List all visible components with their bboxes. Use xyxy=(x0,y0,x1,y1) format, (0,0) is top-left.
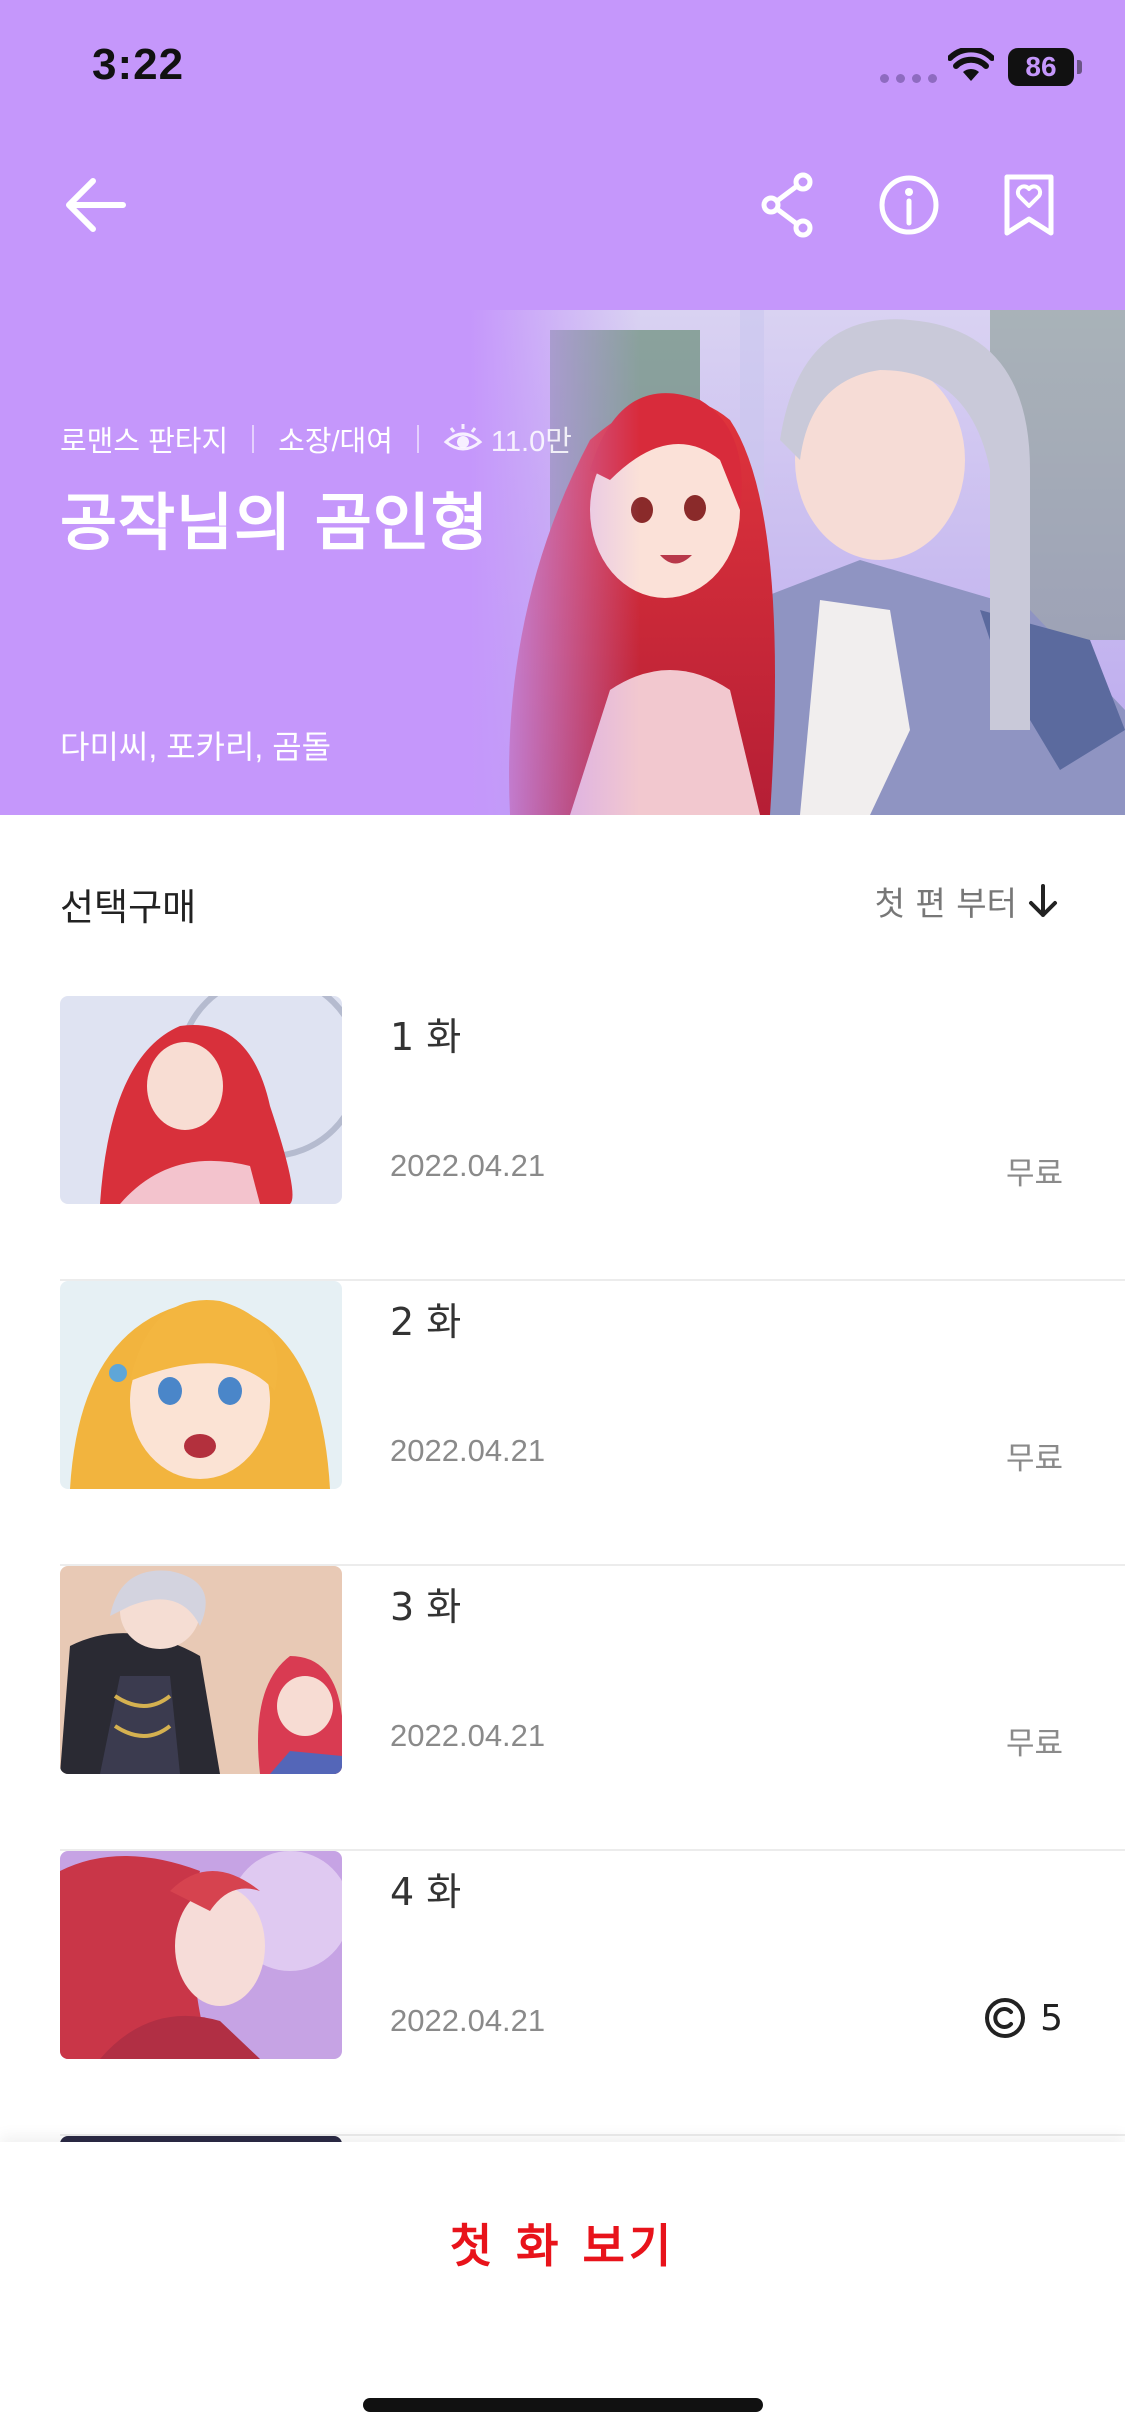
episode-thumbnail xyxy=(60,1281,342,1489)
episode-price: 무료 xyxy=(1005,1726,1063,1762)
home-indicator[interactable] xyxy=(363,2398,763,2412)
episode-date: 2022.04.21 xyxy=(390,2003,546,2038)
eye-icon xyxy=(443,424,483,451)
episode-title: 1 화 xyxy=(390,1015,462,1059)
episode-date: 2022.04.21 xyxy=(390,1718,546,1753)
cellular-signal-icon xyxy=(880,74,937,83)
sort-label: 첫 편 부터 xyxy=(874,884,1017,923)
divider xyxy=(252,425,255,453)
hero-banner: 3:22 86 로맨스 판타지 소장/대여 11.0만 공작님의 곰인형 다미씨… xyxy=(0,0,1125,815)
genre-label: 로맨스 판타지 xyxy=(60,426,229,458)
hero-meta: 로맨스 판타지 소장/대여 11.0만 xyxy=(60,418,572,460)
bookmark-button[interactable] xyxy=(994,170,1064,240)
battery-icon: 86 xyxy=(1008,48,1074,86)
divider xyxy=(416,425,419,453)
episode-date: 2022.04.21 xyxy=(390,1148,546,1183)
bookmark-heart-icon xyxy=(1004,174,1054,236)
sort-button[interactable]: 첫 편 부터 xyxy=(875,877,1059,925)
episode-list-header: 선택구매 첫 편 부터 xyxy=(0,815,1125,965)
episode-thumbnail xyxy=(60,996,342,1204)
episode-row[interactable]: 1 화 2022.04.21 무료 xyxy=(60,996,1125,1281)
select-purchase-title: 선택구매 xyxy=(60,886,197,929)
view-count: 11.0만 xyxy=(443,418,572,460)
episode-price: 무료 xyxy=(1005,1156,1063,1192)
bottom-action-bar: 첫 화 보기 xyxy=(0,2142,1125,2436)
episode-row[interactable]: 3 화 2022.04.21 무료 xyxy=(60,1566,1125,1851)
back-arrow-icon xyxy=(66,178,126,232)
wifi-icon xyxy=(948,48,994,81)
info-icon xyxy=(879,175,939,235)
purchase-type-label: 소장/대여 xyxy=(278,426,393,458)
back-button[interactable] xyxy=(60,170,130,240)
episode-title: 4 화 xyxy=(390,1870,462,1914)
status-bar: 3:22 86 xyxy=(0,0,1125,140)
view-first-episode-button[interactable]: 첫 화 보기 xyxy=(0,2210,1125,2276)
coin-icon xyxy=(985,1998,1026,2038)
page-title: 공작님의 곰인형 xyxy=(60,486,489,559)
episode-thumbnail xyxy=(60,1566,342,1774)
episode-date: 2022.04.21 xyxy=(390,1433,546,1468)
episode-coin-price: 5 xyxy=(984,1997,1063,2039)
share-icon xyxy=(761,172,813,238)
status-time: 3:22 xyxy=(92,40,185,89)
arrow-down-icon xyxy=(1029,884,1057,917)
episode-row[interactable]: 2 화 2022.04.21 무료 xyxy=(60,1281,1125,1566)
coin-amount: 5 xyxy=(1040,1997,1063,2039)
episode-thumbnail xyxy=(60,1851,342,2059)
view-count-value: 11.0만 xyxy=(490,426,572,458)
share-button[interactable] xyxy=(754,170,824,240)
episode-price: 무료 xyxy=(1005,1441,1063,1477)
episode-title: 2 화 xyxy=(390,1300,462,1344)
episode-row[interactable]: 4 화 2022.04.21 5 xyxy=(60,1851,1125,2136)
episode-title: 3 화 xyxy=(390,1585,462,1629)
info-button[interactable] xyxy=(874,170,944,240)
authors: 다미씨, 포카리, 곰돌 xyxy=(60,729,332,765)
